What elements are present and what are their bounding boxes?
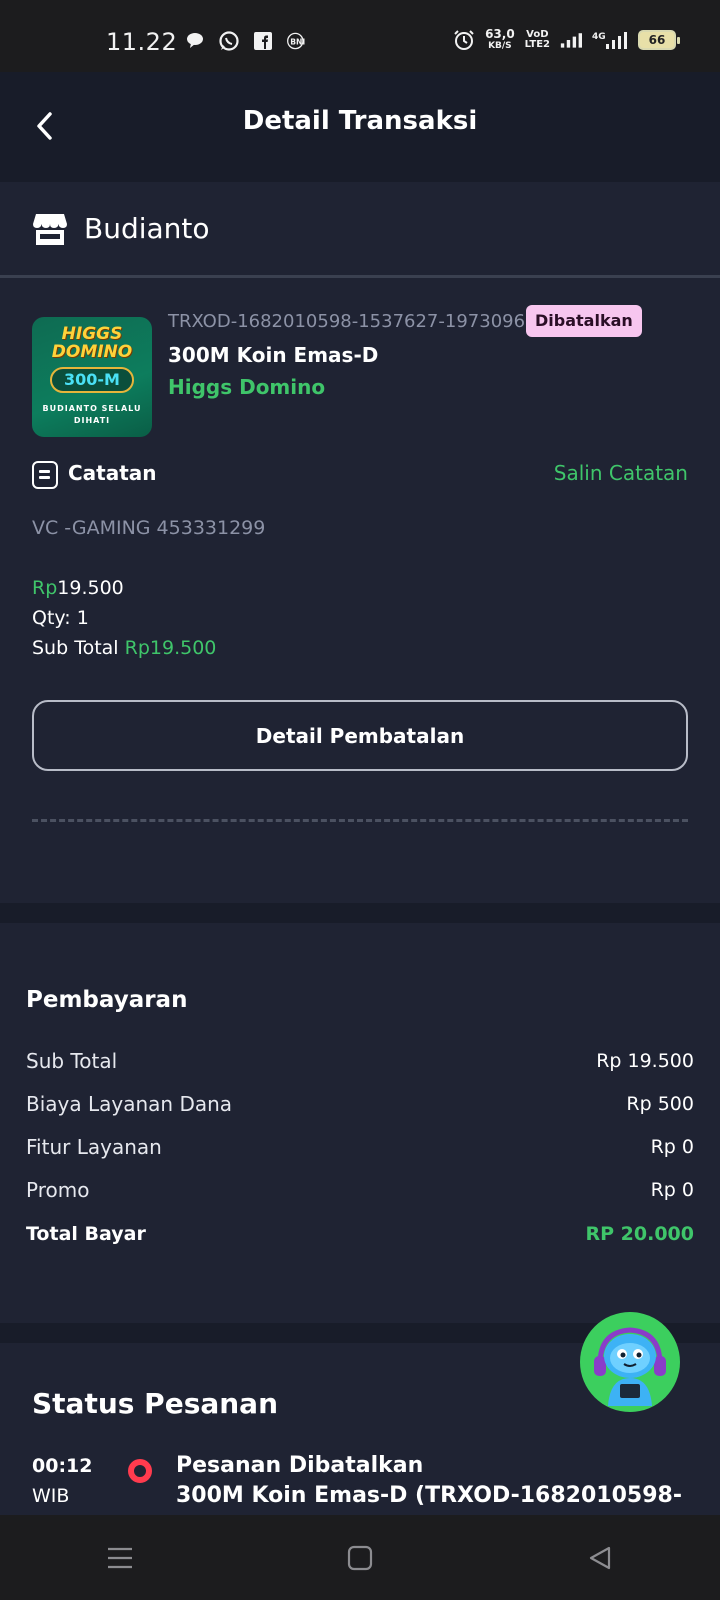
page-title: Detail Transaksi xyxy=(242,106,478,136)
battery-icon: 66 xyxy=(638,30,680,50)
payment-section: Pembayaran Sub Total Rp 19.500 Biaya Lay… xyxy=(0,923,720,1323)
signal-strength-icon xyxy=(560,29,582,51)
network-speed: 63,0 KB/S xyxy=(485,27,515,51)
signal-4g-icon: 4G xyxy=(592,29,628,51)
thumbnail-caption: BUDIANTO SELALU DIHATI xyxy=(42,404,142,425)
svg-text:4G: 4G xyxy=(592,32,606,42)
system-nav-bar xyxy=(0,1515,720,1600)
home-button[interactable] xyxy=(330,1528,390,1588)
item-subtotal: Sub Total Rp19.500 xyxy=(32,637,217,659)
notification-icons: BNI xyxy=(184,30,308,52)
home-square-icon xyxy=(347,1545,373,1570)
thumbnail-title: HIGGS DOMINO xyxy=(51,324,133,362)
payment-row-value: Rp 0 xyxy=(650,1179,694,1201)
event-description: 300M Koin Emas-D (TRXOD-1682010598- xyxy=(176,1483,682,1508)
total-label: Total Bayar xyxy=(26,1223,146,1245)
back-triangle-icon xyxy=(589,1546,611,1569)
facebook-icon xyxy=(252,30,274,52)
status-badge: Dibatalkan xyxy=(526,305,642,337)
system-icons: 63,0 KB/S VoD LTE2 4G 66 xyxy=(453,27,680,52)
product-card: HIGGS DOMINO 300-M BUDIANTO SELALU DIHAT… xyxy=(0,281,720,903)
event-timezone: WIB xyxy=(32,1485,70,1507)
product-game: Higgs Domino xyxy=(168,375,326,399)
status-time: 11.22 xyxy=(106,28,178,56)
whatsapp-icon xyxy=(218,30,240,52)
alarm-icon xyxy=(453,29,475,51)
payment-title: Pembayaran xyxy=(26,987,188,1013)
section-gap xyxy=(0,903,720,923)
cancel-detail-button[interactable]: Detail Pembatalan xyxy=(32,700,688,771)
robot-assistant-icon xyxy=(594,1327,666,1406)
product-thumbnail: HIGGS DOMINO 300-M BUDIANTO SELALU DIHAT… xyxy=(32,317,152,437)
app-header: Detail Transaksi xyxy=(0,72,720,182)
chat-bubble-icon xyxy=(184,30,206,52)
event-time: 00:12 xyxy=(32,1455,93,1477)
payment-row-label: Sub Total xyxy=(26,1049,118,1073)
payment-row: Sub Total Rp 19.500 xyxy=(26,1046,694,1076)
note-icon xyxy=(32,461,58,489)
assistant-button[interactable] xyxy=(580,1312,680,1412)
volte-indicator: VoD LTE2 xyxy=(524,29,550,50)
divider xyxy=(32,819,688,822)
note-text: VC -GAMING 453331299 xyxy=(32,517,266,539)
system-back-button[interactable] xyxy=(570,1528,630,1588)
status-bar: 11.22 BNI 63,0 KB/S VoD LTE2 4G 66 xyxy=(0,0,720,72)
status-dot-icon xyxy=(128,1459,152,1483)
copy-note-link[interactable]: Salin Catatan xyxy=(554,461,688,485)
unit-price: Rp19.500 xyxy=(32,577,124,599)
payment-row-value: Rp 500 xyxy=(626,1093,694,1115)
payment-row: Biaya Layanan Dana Rp 500 xyxy=(26,1089,694,1119)
svg-text:BNI: BNI xyxy=(290,37,305,46)
recent-apps-button[interactable] xyxy=(90,1528,150,1588)
payment-row: Fitur Layanan Rp 0 xyxy=(26,1132,694,1162)
total-value: RP 20.000 xyxy=(585,1223,695,1245)
thumbnail-amount: 300-M xyxy=(50,367,134,393)
note-label: Catatan xyxy=(68,461,157,485)
menu-icon xyxy=(108,1547,132,1568)
transaction-id: TRXOD-1682010598-1537627-1973096 xyxy=(168,311,526,332)
store-icon xyxy=(33,214,67,245)
quantity: Qty: 1 xyxy=(32,607,89,629)
payment-row-value: Rp 19.500 xyxy=(596,1050,694,1072)
order-status-title: Status Pesanan xyxy=(32,1387,279,1420)
event-title: Pesanan Dibatalkan xyxy=(176,1453,424,1478)
payment-row-value: Rp 0 xyxy=(650,1136,694,1158)
product-name: 300M Koin Emas-D xyxy=(168,343,379,367)
bni-app-icon: BNI xyxy=(286,30,308,52)
payment-row: Promo Rp 0 xyxy=(26,1175,694,1205)
store-row: Budianto xyxy=(0,182,720,278)
payment-row-label: Promo xyxy=(26,1178,90,1202)
store-name: Budianto xyxy=(84,212,210,245)
payment-row-label: Biaya Layanan Dana xyxy=(26,1092,233,1116)
payment-total-row: Total Bayar RP 20.000 xyxy=(26,1219,694,1249)
payment-row-label: Fitur Layanan xyxy=(26,1135,162,1159)
